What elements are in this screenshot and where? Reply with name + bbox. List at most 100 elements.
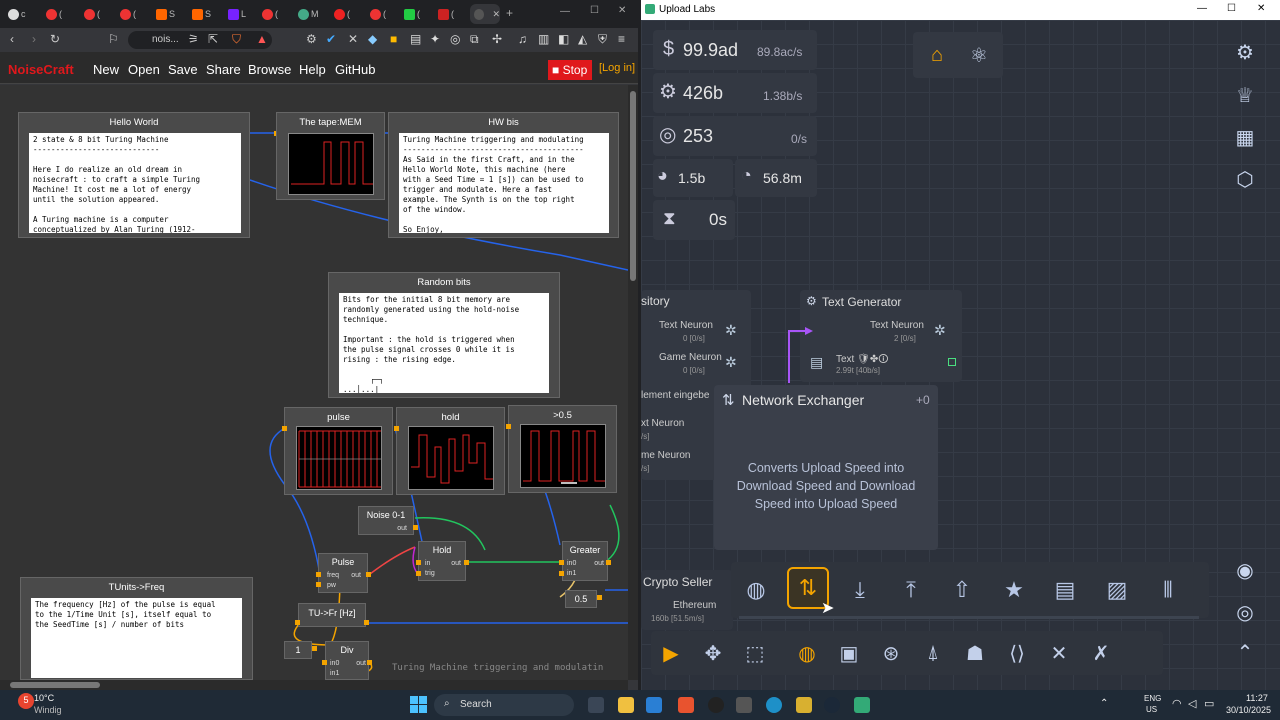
task-view-icon[interactable] xyxy=(588,697,604,713)
extension-icon[interactable]: ⧉ xyxy=(470,32,479,47)
menu-new[interactable]: New xyxy=(93,62,119,77)
toolbar-scrollbar[interactable] xyxy=(739,616,1199,619)
extension-icon[interactable]: ✔ xyxy=(326,32,336,46)
const-node[interactable]: 0.5 xyxy=(565,590,597,608)
edge-icon[interactable] xyxy=(766,697,782,713)
menu-icon[interactable]: ≡ xyxy=(618,32,625,46)
code-icon[interactable]: ⟨⟩ xyxy=(999,635,1035,671)
tab[interactable]: S xyxy=(188,4,218,24)
extension-icon[interactable]: ✕ xyxy=(348,32,358,46)
book-icon[interactable]: ▦ xyxy=(1227,119,1263,155)
github-icon[interactable] xyxy=(708,697,724,713)
note-text[interactable]: The frequency [Hz] of the pulse is equal… xyxy=(31,598,242,678)
greater-scope-node[interactable]: >0.5 xyxy=(508,405,617,493)
trophy-icon[interactable]: ♕ xyxy=(1227,77,1263,113)
tab[interactable]: ( xyxy=(80,4,110,24)
tab[interactable]: ( xyxy=(330,4,360,24)
chevrons-up-icon[interactable]: ⌃ xyxy=(1227,634,1263,670)
port[interactable] xyxy=(295,620,300,625)
tab[interactable]: ( xyxy=(116,4,146,24)
upload-labs-taskbar-icon[interactable] xyxy=(854,697,870,713)
shield-icon[interactable]: ⛨ xyxy=(598,32,607,47)
tu-fr-node[interactable]: TU->Fr [Hz] xyxy=(298,603,366,627)
tab[interactable]: ( xyxy=(258,4,288,24)
stop-button[interactable]: ■ Stop xyxy=(548,60,592,80)
app-icon[interactable] xyxy=(796,697,812,713)
close-icon[interactable]: ✕ xyxy=(492,9,500,20)
port[interactable] xyxy=(597,595,602,600)
port[interactable] xyxy=(416,571,421,576)
text-generator-node[interactable]: ⚙ Text Generator Text Neuron 2 [0/s] ✲ ▤… xyxy=(800,290,962,382)
extension-icon[interactable]: ▤ xyxy=(410,32,421,46)
tunits-note-node[interactable]: TUnits->Freq The frequency [Hz] of the p… xyxy=(20,577,253,680)
close-window-icon[interactable]: ✕ xyxy=(1257,3,1265,14)
extension-icon[interactable]: ■ xyxy=(390,32,397,46)
battery-icon[interactable]: ▭ xyxy=(1204,697,1214,710)
start-icon[interactable] xyxy=(410,696,428,714)
pulse-node[interactable]: Pulse freq pw out xyxy=(318,553,368,593)
bookmark-icon[interactable]: ⚐ xyxy=(108,32,119,46)
port[interactable] xyxy=(413,525,418,530)
home-icon[interactable]: ⌂ xyxy=(919,37,955,73)
steam-icon[interactable] xyxy=(824,697,840,713)
wallet-icon[interactable]: ◧ xyxy=(558,32,569,46)
port[interactable] xyxy=(364,620,369,625)
output-port[interactable] xyxy=(948,358,956,366)
port[interactable] xyxy=(464,560,469,565)
file-explorer-icon[interactable] xyxy=(618,697,634,713)
note-text[interactable]: Turing Machine triggering and modulating… xyxy=(399,133,609,233)
wifi-icon[interactable]: ◠ xyxy=(1172,697,1182,710)
crypto-seller-node[interactable]: Crypto Seller Ethereum 160b [51.5m/s] xyxy=(641,570,733,630)
move-icon[interactable]: ✥ xyxy=(695,635,731,671)
port[interactable] xyxy=(322,660,327,665)
menu-open[interactable]: Open xyxy=(128,62,160,77)
tab[interactable]: M xyxy=(294,4,324,24)
tab[interactable]: S xyxy=(152,4,182,24)
vpn-icon[interactable]: ◭ xyxy=(578,32,587,46)
new-tab-icon[interactable]: + xyxy=(506,6,513,20)
const-node[interactable]: 1 xyxy=(284,641,312,659)
port[interactable] xyxy=(316,572,321,577)
hw-bis-node[interactable]: HW bis Turing Machine triggering and mod… xyxy=(388,112,619,238)
port[interactable] xyxy=(282,426,287,431)
random-bits-node[interactable]: Random bits Bits for the initial 8 bit m… xyxy=(328,272,560,398)
settings-gear-icon[interactable]: ⚙ xyxy=(1227,34,1263,70)
port[interactable] xyxy=(506,424,511,429)
language-indicator[interactable]: ENG xyxy=(1144,694,1161,703)
user-icon[interactable]: ☗ xyxy=(957,635,993,671)
upload-icon[interactable]: ⇧ xyxy=(941,569,983,611)
media-icon[interactable]: ♫ xyxy=(518,32,527,46)
port[interactable] xyxy=(416,560,421,565)
tab[interactable]: ( xyxy=(400,4,430,24)
port[interactable] xyxy=(559,571,564,576)
clock-date[interactable]: 30/10/2025 xyxy=(1226,705,1271,715)
tab[interactable]: ( xyxy=(42,4,72,24)
game-grid[interactable]: $ 99.9ad 89.8ac/s ⚙ 426b 1.38b/s ◎ 253 0… xyxy=(641,20,1280,690)
menu-help[interactable]: Help xyxy=(299,62,326,77)
app-icon[interactable] xyxy=(736,697,752,713)
sidebar-icon[interactable]: ▥ xyxy=(538,32,549,46)
port[interactable] xyxy=(559,560,564,565)
extension-icon[interactable]: ◎ xyxy=(450,32,460,46)
port[interactable] xyxy=(394,426,399,431)
menu-github[interactable]: GitHub xyxy=(335,62,375,77)
port[interactable] xyxy=(366,572,371,577)
menu-browse[interactable]: Browse xyxy=(248,62,291,77)
tools-icon[interactable]: ✕ xyxy=(1041,635,1077,671)
extension-icon[interactable]: ⚙ xyxy=(306,32,317,46)
pulse-scope-node[interactable]: pulse xyxy=(284,407,393,495)
tab-active[interactable]: ✕ xyxy=(470,4,500,24)
upload-arrows-icon[interactable]: ⤒ xyxy=(890,569,932,611)
store-icon[interactable] xyxy=(646,697,662,713)
select-icon[interactable]: ⬚ xyxy=(737,635,773,671)
port[interactable] xyxy=(367,660,372,665)
login-link[interactable]: [Log in] xyxy=(599,62,635,74)
port[interactable] xyxy=(312,646,317,651)
menu-save[interactable]: Save xyxy=(168,62,198,77)
spiral-icon[interactable]: ◉ xyxy=(1227,552,1263,588)
volume-icon[interactable]: ◁ xyxy=(1188,697,1196,710)
noise-node[interactable]: Noise 0-1 out xyxy=(358,506,414,535)
hexagon-icon[interactable]: ⬡ xyxy=(1227,161,1263,197)
image-icon[interactable]: ▨ xyxy=(1096,569,1138,611)
tab[interactable]: L xyxy=(224,4,254,24)
